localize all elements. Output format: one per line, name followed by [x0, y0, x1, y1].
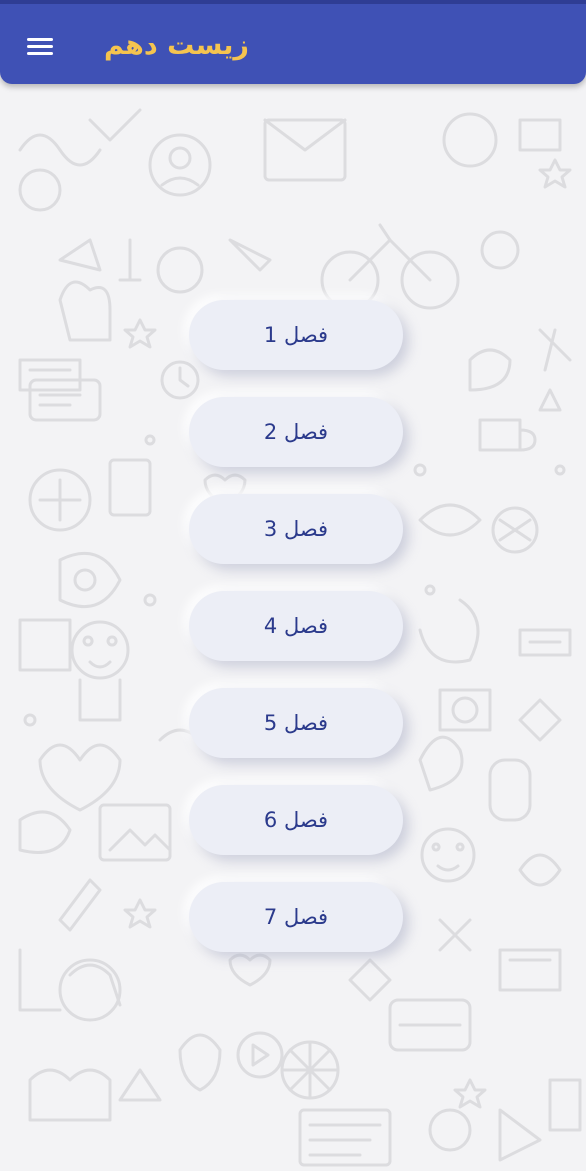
- chapter-label: فصل 7: [263, 905, 329, 929]
- chapter-label: فصل 2: [263, 420, 329, 444]
- app-bar: زیست دهم: [0, 0, 586, 84]
- chapter-2-button[interactable]: فصل 2: [189, 397, 403, 467]
- chapter-list: فصل 1 فصل 2 فصل 3 فصل 4 فصل 5 فصل 6 فصل …: [189, 300, 403, 979]
- chapter-label: فصل 3: [263, 517, 329, 541]
- chapter-4-button[interactable]: فصل 4: [189, 591, 403, 661]
- chapter-3-button[interactable]: فصل 3: [189, 494, 403, 564]
- status-strip: [0, 0, 586, 4]
- chapter-7-button[interactable]: فصل 7: [189, 882, 403, 952]
- chapter-1-button[interactable]: فصل 1: [189, 300, 403, 370]
- chapter-label: فصل 6: [263, 808, 329, 832]
- chapter-6-button[interactable]: فصل 6: [189, 785, 403, 855]
- chapter-5-button[interactable]: فصل 5: [189, 688, 403, 758]
- chapter-label: فصل 1: [263, 323, 329, 347]
- chapter-label: فصل 4: [263, 614, 329, 638]
- hamburger-menu-icon[interactable]: [20, 28, 60, 64]
- chapter-label: فصل 5: [263, 711, 329, 735]
- page-title: زیست دهم: [104, 30, 249, 61]
